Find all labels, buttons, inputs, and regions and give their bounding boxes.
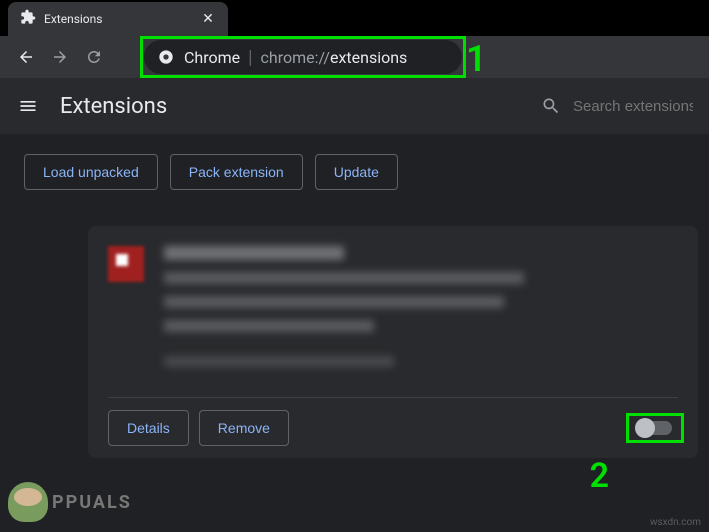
extension-card-content: [108, 246, 678, 379]
extension-description-redacted: [164, 320, 374, 332]
extension-description-redacted: [164, 296, 504, 308]
chrome-icon: [158, 49, 174, 65]
url-scheme: chrome://: [261, 48, 330, 67]
back-button[interactable]: [12, 43, 40, 71]
puzzle-icon: [20, 9, 36, 29]
extension-name-redacted: [164, 246, 344, 260]
extension-meta-redacted: [164, 356, 394, 367]
address-bar[interactable]: Chrome | chrome://extensions: [144, 40, 462, 74]
toggle-knob: [635, 418, 655, 438]
close-icon[interactable]: ✕: [200, 11, 216, 27]
tab-title: Extensions: [44, 12, 192, 26]
extensions-toolbar: Extensions: [0, 78, 709, 134]
reload-button[interactable]: [80, 43, 108, 71]
update-button[interactable]: Update: [315, 154, 398, 190]
extension-description-redacted: [164, 272, 524, 284]
appuals-logo: PPUALS: [8, 482, 132, 522]
details-button[interactable]: Details: [108, 410, 189, 446]
browser-tab[interactable]: Extensions ✕: [8, 2, 228, 36]
action-bar: Load unpacked Pack extension Update: [0, 134, 709, 210]
remove-button[interactable]: Remove: [199, 410, 289, 446]
watermark: wsxdn.com: [650, 517, 701, 528]
extension-toggle[interactable]: [638, 421, 672, 435]
browser-toolbar: Chrome | chrome://extensions: [0, 36, 709, 78]
logo-text: PPUALS: [52, 492, 132, 513]
extension-card-actions: Details Remove: [108, 397, 678, 446]
extension-info: [164, 246, 678, 379]
omnibox-content: Chrome | chrome://extensions: [184, 47, 407, 68]
omnibox-label: Chrome: [184, 48, 240, 67]
page-title: Extensions: [60, 94, 521, 119]
annotation-label-2: 2: [590, 456, 609, 496]
browser-tab-bar: Extensions ✕: [0, 0, 709, 36]
hamburger-menu-icon[interactable]: [16, 94, 40, 118]
pack-extension-button[interactable]: Pack extension: [170, 154, 303, 190]
search-icon: [541, 96, 561, 116]
extension-card: Details Remove: [88, 226, 698, 458]
search-box: [541, 96, 693, 116]
search-input[interactable]: [573, 98, 693, 115]
extension-icon: [108, 246, 144, 282]
forward-button[interactable]: [46, 43, 74, 71]
omnibox-separator: |: [248, 47, 252, 68]
load-unpacked-button[interactable]: Load unpacked: [24, 154, 158, 190]
url-path: extensions: [330, 48, 407, 67]
extensions-page: Extensions Load unpacked Pack extension …: [0, 78, 709, 532]
toggle-wrapper: [632, 415, 678, 441]
appuals-avatar-icon: [8, 482, 48, 522]
